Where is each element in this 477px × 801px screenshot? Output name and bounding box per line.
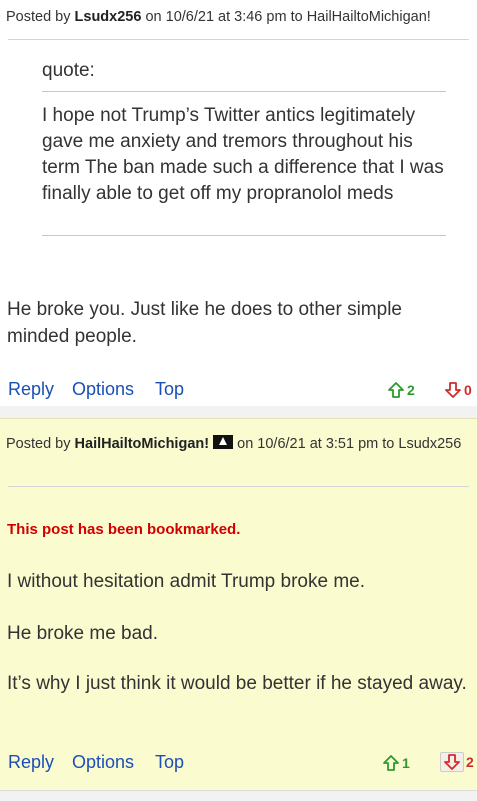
- posted-by-label: Posted by: [6, 9, 71, 25]
- downvote-button[interactable]: 0: [444, 381, 472, 399]
- post-header: Posted by Lsudx256 on 10/6/21 at 3:46 pm…: [0, 0, 477, 28]
- author-link[interactable]: HailHailtoMichigan!: [75, 436, 210, 452]
- post-paragraph: It’s why I just think it would be better…: [7, 673, 467, 694]
- top-link[interactable]: Top: [155, 379, 184, 400]
- posted-by-label: Posted by: [6, 436, 71, 452]
- top-link[interactable]: Top: [155, 752, 184, 773]
- reply-link[interactable]: Reply: [8, 752, 54, 773]
- downvote-button[interactable]: 2: [440, 752, 474, 772]
- post-body: He broke you. Just like he does to other…: [7, 299, 402, 347]
- post-separator: [0, 406, 477, 418]
- options-link[interactable]: Options: [72, 379, 134, 400]
- upvote-count: 2: [407, 382, 415, 398]
- up-arrow-icon: [383, 755, 399, 771]
- upvote-button[interactable]: 1: [382, 754, 410, 772]
- post-paragraph: I without hesitation admit Trump broke m…: [7, 571, 365, 592]
- upvote-count: 1: [402, 755, 410, 771]
- quote-text: I hope not Trump’s Twitter antics legiti…: [42, 105, 444, 204]
- down-arrow-icon: [444, 754, 460, 770]
- down-arrow-icon: [445, 382, 461, 398]
- recipient-link[interactable]: Lsudx256: [398, 436, 461, 452]
- post-actions: Reply Options Top 1 2: [0, 752, 477, 778]
- post-paragraph: He broke me bad.: [7, 623, 159, 644]
- options-link[interactable]: Options: [72, 752, 134, 773]
- quote-top-divider: [42, 91, 446, 92]
- post-timestamp: on 10/6/21 at 3:46 pm to: [145, 9, 303, 25]
- recipient-link[interactable]: HailHailtoMichigan!: [307, 9, 431, 25]
- quote-bottom-divider: [42, 235, 446, 236]
- author-link[interactable]: Lsudx256: [75, 9, 142, 25]
- bookmark-notice: This post has been bookmarked.: [7, 521, 241, 538]
- page-bottom-edge: [0, 790, 477, 801]
- header-divider: [8, 39, 469, 40]
- post-actions: Reply Options Top 2 0: [0, 379, 477, 405]
- header-divider: [8, 486, 469, 487]
- user-badge-icon: [213, 435, 234, 449]
- post-header: Posted by HailHailtoMichigan! on 10/6/21…: [0, 419, 477, 456]
- up-arrow-icon: [388, 382, 404, 398]
- downvote-selected-box: [440, 752, 464, 772]
- downvote-count: 2: [466, 754, 474, 770]
- post-timestamp: on 10/6/21 at 3:51 pm to: [237, 436, 395, 452]
- post-1: Posted by Lsudx256 on 10/6/21 at 3:46 pm…: [0, 0, 477, 406]
- post-2: Posted by HailHailtoMichigan! on 10/6/21…: [0, 418, 477, 791]
- reply-link[interactable]: Reply: [8, 379, 54, 400]
- downvote-count: 0: [464, 382, 472, 398]
- quote-label: quote:: [42, 60, 95, 81]
- upvote-button[interactable]: 2: [387, 381, 415, 399]
